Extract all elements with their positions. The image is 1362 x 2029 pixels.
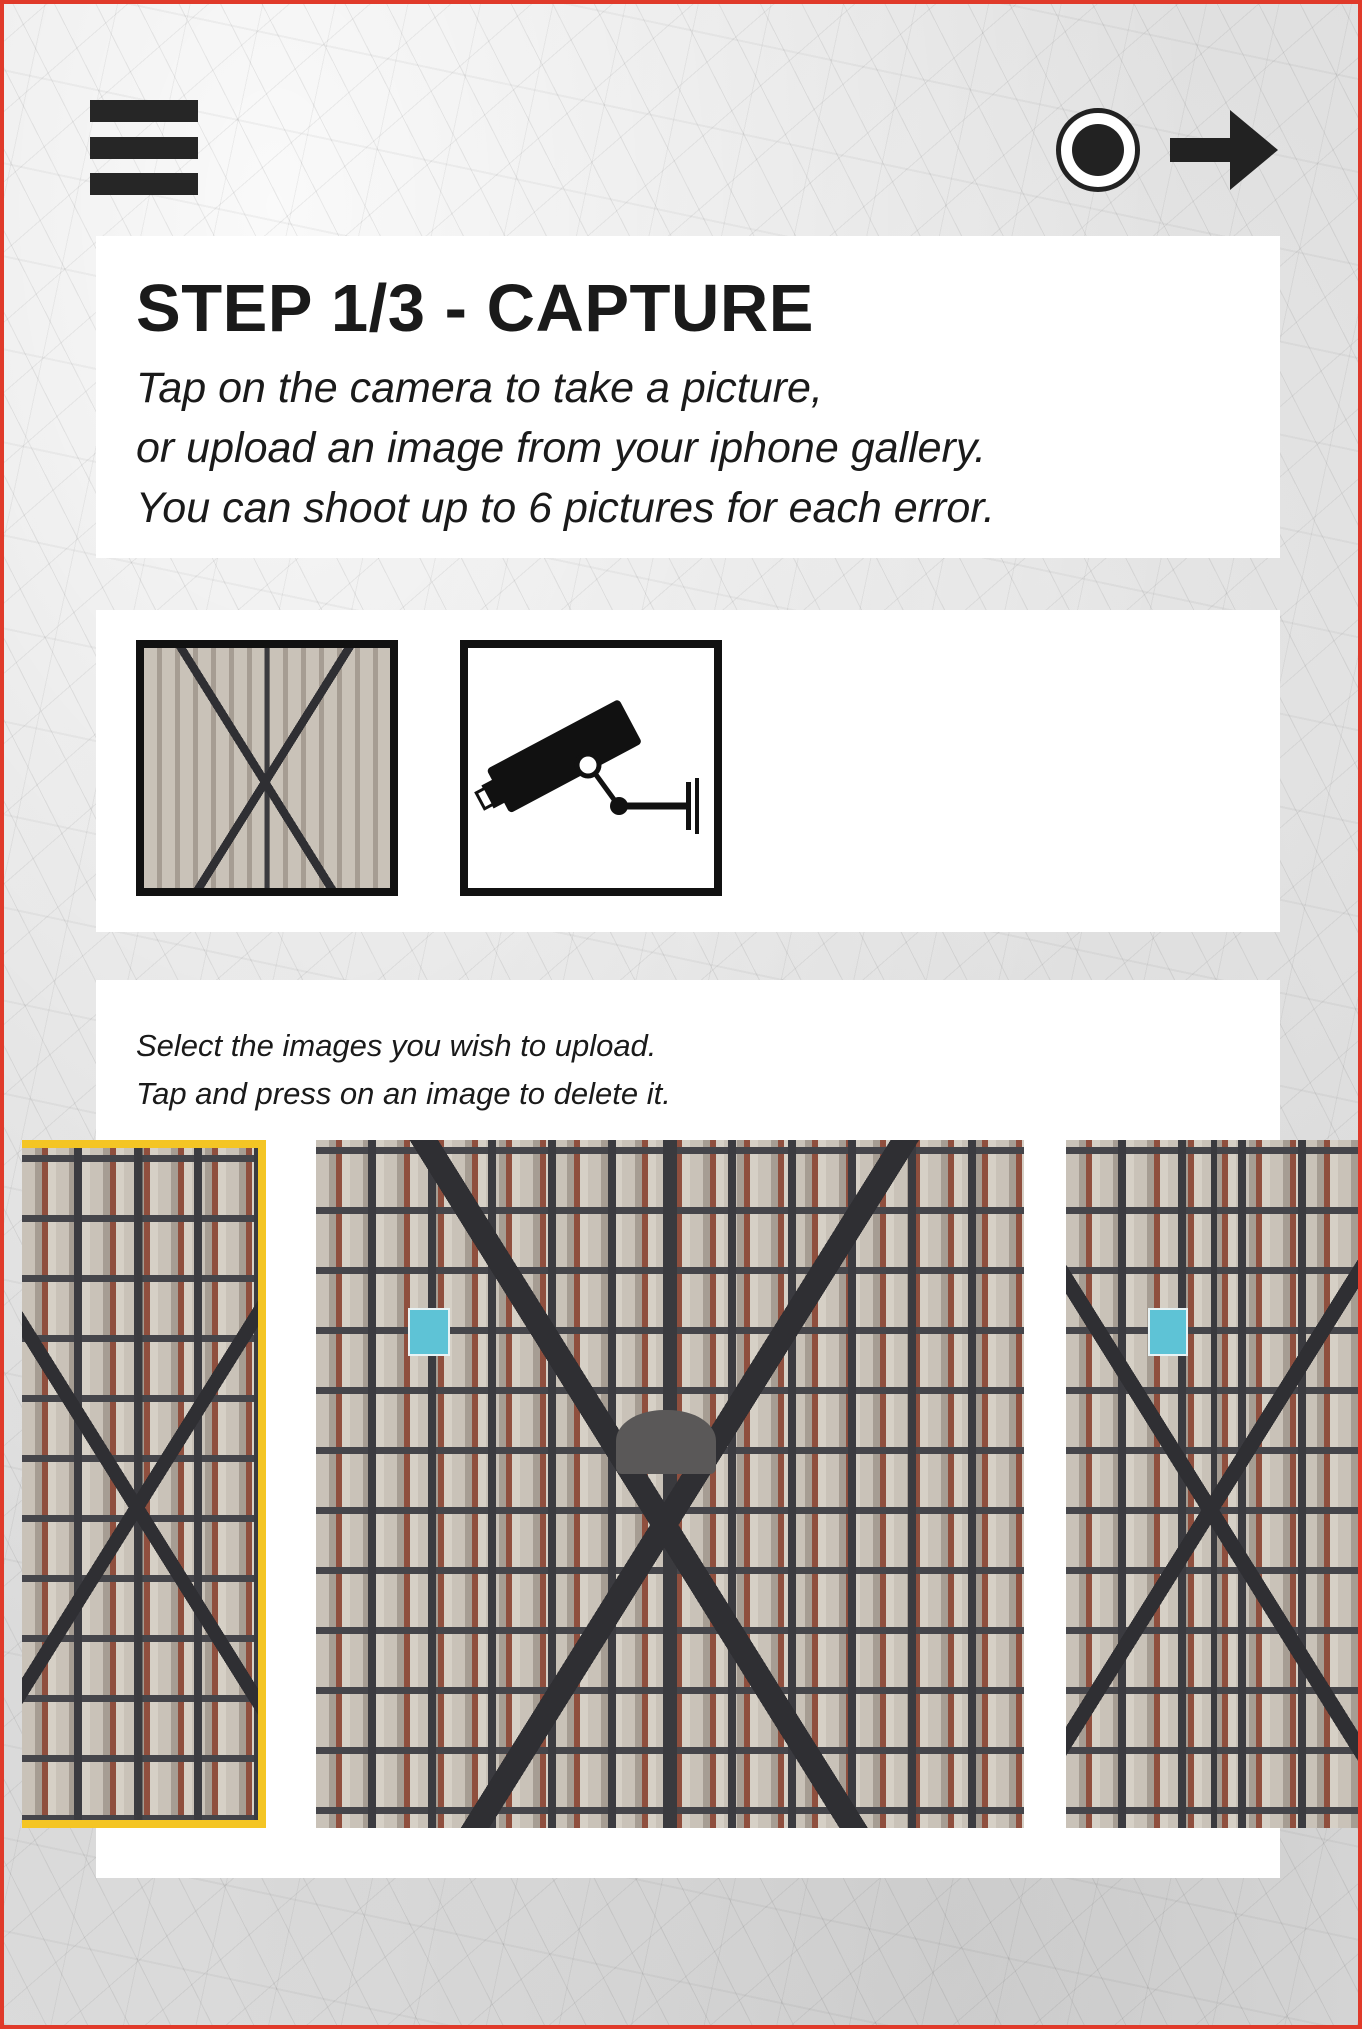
gallery-hint-line: Select the images you wish to upload. [136, 1028, 657, 1063]
record-circle-icon[interactable] [1056, 108, 1140, 192]
gallery-hint-line: Tap and press on an image to delete it. [136, 1076, 671, 1111]
gallery-image-content [22, 1148, 258, 1820]
step-title: STEP 1/3 - CAPTURE [136, 271, 814, 346]
gallery-image-content [1066, 1140, 1358, 1828]
arrow-right-icon[interactable] [1170, 108, 1282, 192]
aerial-photo-image [144, 648, 390, 888]
menu-bar-middle [90, 137, 198, 159]
step-description-line: Tap on the camera to take a picture, [136, 364, 823, 412]
step-description-line: You can shoot up to 6 pictures for each … [136, 484, 995, 532]
step-description: Tap on the camera to take a picture, or … [136, 358, 995, 538]
arrow-right-glyph [1170, 110, 1278, 190]
gallery-hint: Select the images you wish to upload. Ta… [136, 1022, 671, 1118]
menu-bar-top [90, 100, 198, 122]
capture-options-panel [96, 610, 1280, 932]
menu-bar-bottom [90, 173, 198, 195]
app-screen: STEP 1/3 - CAPTURE Tap on the camera to … [0, 0, 1362, 2029]
plaza-detail [616, 1410, 716, 1474]
gallery-image-content [316, 1140, 1024, 1828]
gallery-image[interactable] [316, 1140, 1024, 1828]
step-description-line: or upload an image from your iphone gall… [136, 424, 987, 472]
hamburger-menu-icon[interactable] [90, 98, 200, 196]
security-camera-icon[interactable] [460, 640, 722, 896]
pool-detail [1148, 1308, 1188, 1356]
aerial-photo-thumbnail[interactable] [136, 640, 398, 896]
gallery-image[interactable] [1066, 1140, 1358, 1828]
camera-glyph [474, 700, 699, 834]
pool-detail [408, 1308, 450, 1356]
gallery-image-selected[interactable] [22, 1140, 266, 1828]
step-instructions-panel: STEP 1/3 - CAPTURE Tap on the camera to … [96, 236, 1280, 558]
